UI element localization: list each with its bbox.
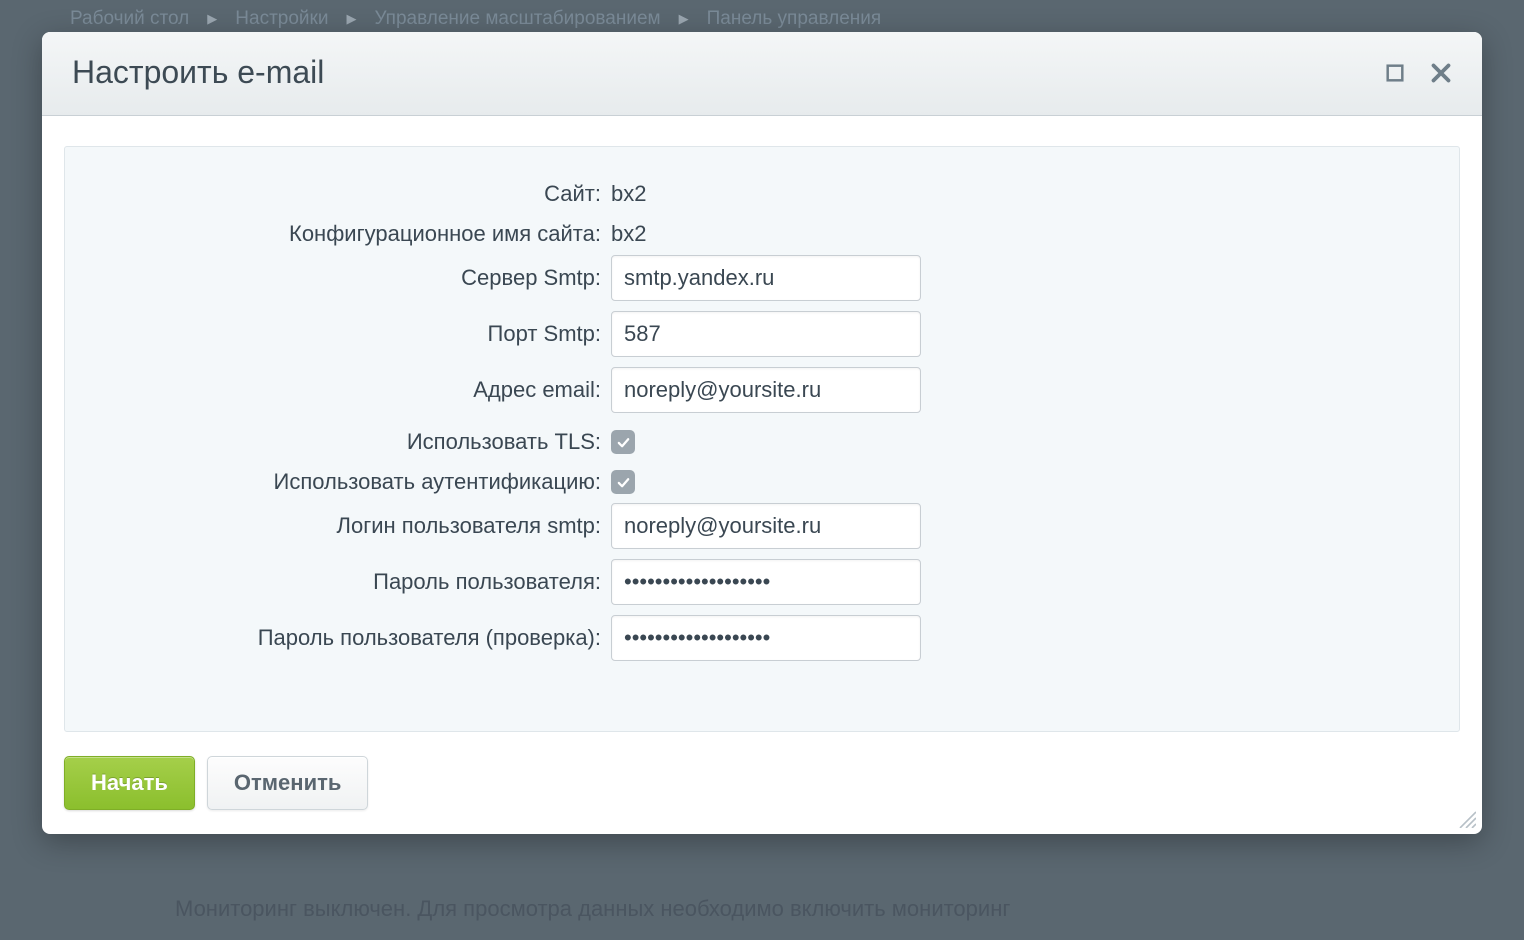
conf-value: bx2 bbox=[611, 221, 646, 247]
form-row-smtp-port: Порт Smtp: bbox=[91, 311, 1433, 357]
breadcrumb: Рабочий стол ▶ Настройки ▶ Управление ма… bbox=[70, 8, 881, 30]
smtp-port-label: Порт Smtp: bbox=[91, 321, 611, 347]
modal-header: Настроить e-mail bbox=[42, 32, 1482, 116]
close-icon[interactable] bbox=[1430, 62, 1452, 84]
modal-window-actions bbox=[1384, 62, 1452, 84]
monitoring-status-text: Мониторинг выключен. Для просмотра данны… bbox=[175, 896, 1010, 922]
password-label: Пароль пользователя: bbox=[91, 569, 611, 595]
chevron-right-icon: ▶ bbox=[679, 11, 689, 27]
form-row-tls: Использовать TLS: bbox=[91, 423, 1433, 461]
smtp-server-input[interactable] bbox=[611, 255, 921, 301]
start-button[interactable]: Начать bbox=[64, 756, 195, 810]
form-row-auth: Использовать аутентификацию: bbox=[91, 463, 1433, 501]
auth-checkbox[interactable] bbox=[611, 470, 635, 494]
password-input[interactable] bbox=[611, 559, 921, 605]
chevron-right-icon: ▶ bbox=[207, 11, 217, 27]
form-row-password: Пароль пользователя: bbox=[91, 559, 1433, 605]
email-label: Адрес email: bbox=[91, 377, 611, 403]
breadcrumb-item-desktop[interactable]: Рабочий стол bbox=[70, 8, 189, 30]
site-label: Сайт: bbox=[91, 181, 611, 207]
breadcrumb-item-settings[interactable]: Настройки bbox=[235, 8, 328, 30]
smtp-server-label: Сервер Smtp: bbox=[91, 265, 611, 291]
cancel-button[interactable]: Отменить bbox=[207, 756, 369, 810]
form-row-site: Сайт: bx2 bbox=[91, 175, 1433, 213]
form-row-login: Логин пользователя smtp: bbox=[91, 503, 1433, 549]
modal-body: Сайт: bx2 Конфигурационное имя сайта: bx… bbox=[42, 116, 1482, 756]
login-label: Логин пользователя smtp: bbox=[91, 513, 611, 539]
email-settings-modal: Настроить e-mail Сайт: bx2 Конфигурацион… bbox=[42, 32, 1482, 834]
password-confirm-input[interactable] bbox=[611, 615, 921, 661]
maximize-icon[interactable] bbox=[1384, 62, 1406, 84]
email-input[interactable] bbox=[611, 367, 921, 413]
smtp-port-input[interactable] bbox=[611, 311, 921, 357]
password-confirm-label: Пароль пользователя (проверка): bbox=[91, 625, 611, 651]
conf-label: Конфигурационное имя сайта: bbox=[91, 221, 611, 247]
modal-title: Настроить e-mail bbox=[72, 54, 324, 91]
auth-label: Использовать аутентификацию: bbox=[91, 469, 611, 495]
form-row-smtp-server: Сервер Smtp: bbox=[91, 255, 1433, 301]
login-input[interactable] bbox=[611, 503, 921, 549]
form-panel: Сайт: bx2 Конфигурационное имя сайта: bx… bbox=[64, 146, 1460, 732]
tls-checkbox[interactable] bbox=[611, 430, 635, 454]
form-row-conf: Конфигурационное имя сайта: bx2 bbox=[91, 215, 1433, 253]
site-value: bx2 bbox=[611, 181, 646, 207]
form-row-email: Адрес email: bbox=[91, 367, 1433, 413]
tls-label: Использовать TLS: bbox=[91, 429, 611, 455]
breadcrumb-item-scaling[interactable]: Управление масштабированием bbox=[374, 8, 660, 30]
breadcrumb-item-panel[interactable]: Панель управления bbox=[707, 8, 882, 30]
chevron-right-icon: ▶ bbox=[346, 11, 356, 27]
resize-grip-icon[interactable] bbox=[1456, 808, 1476, 828]
modal-footer: Начать Отменить bbox=[42, 756, 1482, 834]
form-row-password-confirm: Пароль пользователя (проверка): bbox=[91, 615, 1433, 661]
